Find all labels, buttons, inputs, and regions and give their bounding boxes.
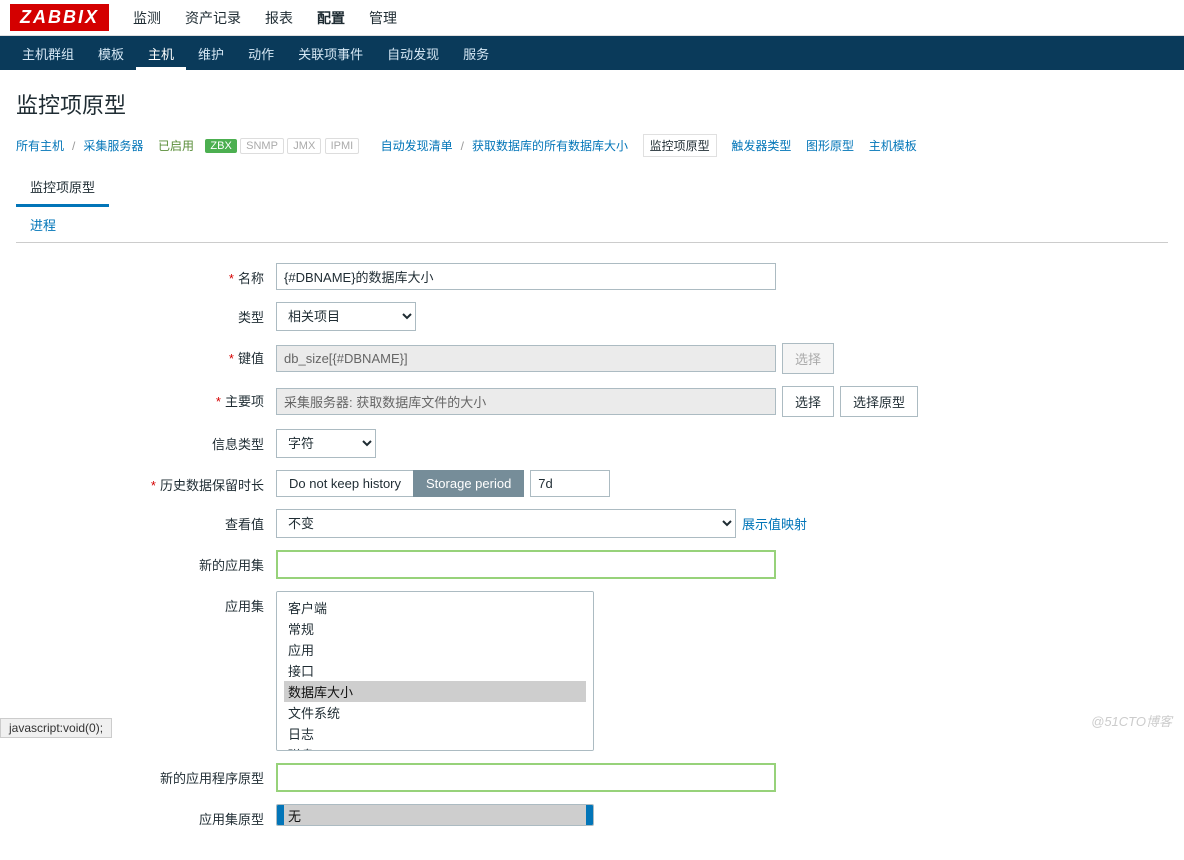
- page-title: 监控项原型: [0, 70, 1184, 130]
- separator: /: [72, 139, 75, 153]
- apps-select[interactable]: 客户端常规应用接口数据库大小文件系统日志磁盘IO系统: [276, 591, 594, 751]
- subnav-item[interactable]: 自动发现: [375, 39, 451, 70]
- topnav-item[interactable]: 资产记录: [173, 2, 253, 34]
- subnav-item[interactable]: 动作: [236, 39, 286, 70]
- key-select-button: 选择: [782, 343, 834, 374]
- history-nokeep[interactable]: Do not keep history: [276, 470, 413, 497]
- app-option[interactable]: 应用: [284, 639, 586, 660]
- subnav-item[interactable]: 模板: [86, 39, 136, 70]
- name-label: 名称: [238, 271, 264, 286]
- bc-status: 已启用: [158, 137, 194, 154]
- bc-rule[interactable]: 获取数据库的所有数据库大小: [472, 137, 628, 154]
- protocol-badge: IPMI: [325, 138, 360, 154]
- key-input[interactable]: [276, 345, 776, 372]
- master-label: 主要项: [225, 394, 264, 409]
- tab[interactable]: 监控项原型: [16, 169, 109, 207]
- master-select-proto-button[interactable]: 选择原型: [840, 386, 918, 417]
- topnav-item[interactable]: 配置: [305, 2, 357, 34]
- history-value-input[interactable]: [530, 470, 610, 497]
- subnav-item[interactable]: 维护: [186, 39, 236, 70]
- sub-nav: 主机群组模板主机维护动作关联项事件自动发现服务: [0, 36, 1184, 70]
- view-mapping-link[interactable]: 展示值映射: [742, 514, 807, 533]
- subnav-item[interactable]: 主机群组: [10, 39, 86, 70]
- protocol-badge: ZBX: [205, 139, 236, 153]
- master-select-button[interactable]: 选择: [782, 386, 834, 417]
- view-select[interactable]: 不变: [276, 509, 736, 538]
- info-select[interactable]: 字符: [276, 429, 376, 458]
- bc-trigger-proto[interactable]: 触发器类型: [731, 137, 791, 154]
- top-bar: ZABBIX 监测资产记录报表配置管理: [0, 0, 1184, 36]
- tab[interactable]: 进程: [16, 207, 109, 242]
- apps-label: 应用集: [225, 599, 264, 614]
- breadcrumb: 所有主机 / 采集服务器 已启用 ZBX SNMP JMX IPMI 自动发现清…: [0, 130, 1184, 161]
- bc-current: 监控项原型: [643, 134, 717, 157]
- topnav-item[interactable]: 管理: [357, 2, 409, 34]
- app-option[interactable]: 日志: [284, 723, 586, 744]
- bc-discovery[interactable]: 自动发现清单: [381, 137, 453, 154]
- topnav-item[interactable]: 监测: [121, 2, 173, 34]
- app-option[interactable]: 接口: [284, 660, 586, 681]
- app-option[interactable]: 磁盘IO: [284, 744, 586, 751]
- subnav-item[interactable]: 服务: [451, 39, 501, 70]
- view-label: 查看值: [225, 517, 264, 532]
- history-segmented: Do not keep history Storage period: [276, 470, 524, 497]
- type-label: 类型: [238, 310, 264, 325]
- info-label: 信息类型: [212, 437, 264, 452]
- bc-graph-proto[interactable]: 图形原型: [806, 137, 854, 154]
- logo: ZABBIX: [10, 4, 109, 31]
- appproto-label: 应用集原型: [199, 812, 264, 827]
- newappproto-label: 新的应用程序原型: [160, 771, 264, 786]
- history-storage[interactable]: Storage period: [413, 470, 524, 497]
- key-label: 键值: [238, 351, 264, 366]
- tabs: 监控项原型进程: [16, 169, 1168, 243]
- appproto-select[interactable]: 无: [276, 804, 594, 826]
- app-option[interactable]: 客户端: [284, 597, 586, 618]
- app-option[interactable]: 文件系统: [284, 702, 586, 723]
- subnav-item[interactable]: 关联项事件: [286, 39, 375, 70]
- type-select[interactable]: 相关项目: [276, 302, 416, 331]
- subnav-item[interactable]: 主机: [136, 39, 186, 70]
- master-input: [276, 388, 776, 415]
- app-option[interactable]: 数据库大小: [284, 681, 586, 702]
- separator: /: [461, 139, 464, 153]
- newapp-label: 新的应用集: [199, 558, 264, 573]
- form: *名称 类型 相关项目 *键值 选择 *主要项 选择 选择原型 信息类型 字符 …: [0, 243, 1184, 860]
- topnav-item[interactable]: 报表: [253, 2, 305, 34]
- name-input[interactable]: [276, 263, 776, 290]
- status-bar: javascript:void(0);: [0, 718, 112, 738]
- history-label: 历史数据保留时长: [160, 478, 264, 493]
- watermark: @51CTO博客: [1091, 711, 1172, 730]
- newapp-input[interactable]: [276, 550, 776, 579]
- app-option[interactable]: 常规: [284, 618, 586, 639]
- newappproto-input[interactable]: [276, 763, 776, 792]
- bc-all-hosts[interactable]: 所有主机: [16, 137, 64, 154]
- protocol-badge: JMX: [287, 138, 321, 154]
- bc-host-proto[interactable]: 主机模板: [869, 137, 917, 154]
- protocol-badge: SNMP: [240, 138, 284, 154]
- bc-host[interactable]: 采集服务器: [83, 137, 143, 154]
